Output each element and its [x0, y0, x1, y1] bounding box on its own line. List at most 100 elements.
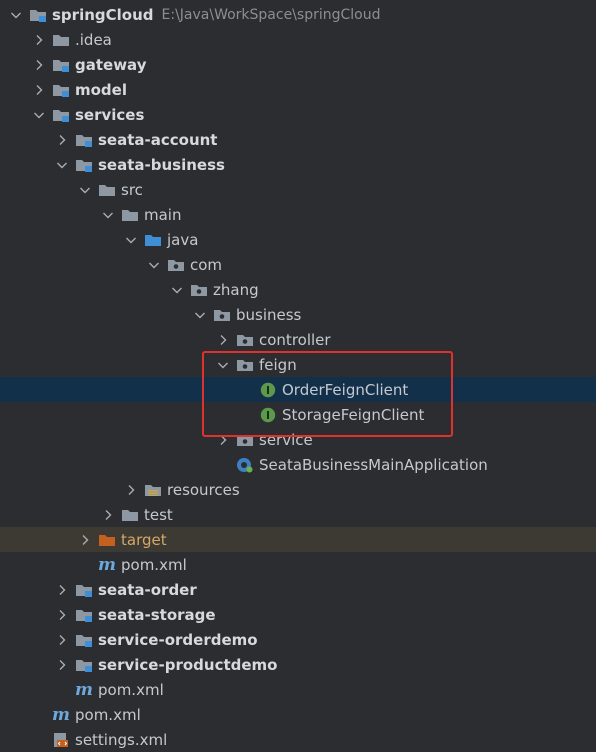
chevron-right-icon[interactable] [54, 632, 70, 648]
resources-folder-icon [144, 482, 162, 498]
module-folder-icon [29, 7, 47, 23]
tree-row[interactable]: .idea [0, 27, 596, 52]
module-folder-icon [75, 157, 93, 173]
chevron-down-icon[interactable] [192, 307, 208, 323]
maven-icon: m [75, 679, 93, 700]
tree-item-label: com [190, 255, 223, 274]
chevron-right-icon[interactable] [100, 507, 116, 523]
tree-row[interactable]: com [0, 252, 596, 277]
tree-row[interactable]: services [0, 102, 596, 127]
tree-row[interactable]: gateway [0, 52, 596, 77]
chevron-right-icon[interactable] [54, 607, 70, 623]
tree-row[interactable]: main [0, 202, 596, 227]
chevron-right-icon[interactable] [54, 657, 70, 673]
chevron-down-icon[interactable] [100, 207, 116, 223]
chevron-right-icon[interactable] [31, 57, 47, 73]
tree-item-label: feign [259, 355, 297, 374]
tree-item-label: seata-account [98, 130, 218, 149]
tree-row[interactable]: target [0, 527, 596, 552]
tree-row[interactable]: seata-account [0, 127, 596, 152]
chevron-down-icon[interactable] [54, 157, 70, 173]
chevron-right-icon[interactable] [31, 32, 47, 48]
tree-row[interactable]: seata-business [0, 152, 596, 177]
tree-row[interactable]: settings.xml [0, 727, 596, 752]
tree-row[interactable]: seata-storage [0, 602, 596, 627]
tree-row[interactable]: service [0, 427, 596, 452]
tree-item-label: settings.xml [75, 730, 168, 749]
tree-item-label: service-orderdemo [98, 630, 258, 649]
chevron-right-icon[interactable] [215, 332, 231, 348]
tree-item-label: service [259, 430, 313, 449]
spring-boot-class-icon [236, 457, 254, 473]
chevron-down-icon[interactable] [146, 257, 162, 273]
folder-icon [52, 32, 70, 48]
chevron-down-icon[interactable] [31, 107, 47, 123]
tree-row[interactable]: java [0, 227, 596, 252]
chevron-right-icon[interactable] [77, 532, 93, 548]
tree-item-label: services [75, 105, 145, 124]
tree-item-label: SeataBusinessMainApplication [259, 455, 488, 474]
package-icon [236, 332, 254, 348]
tree-row[interactable]: business [0, 302, 596, 327]
interface-icon [259, 407, 277, 423]
tree-row[interactable]: seata-order [0, 577, 596, 602]
tree-item-label: pom.xml [75, 705, 141, 724]
tree-row[interactable]: feign [0, 352, 596, 377]
chevron-down-icon[interactable] [215, 357, 231, 373]
chevron-down-icon[interactable] [8, 7, 24, 23]
module-folder-icon [52, 57, 70, 73]
tree-item-label: controller [259, 330, 331, 349]
folder-icon [98, 182, 116, 198]
tree-item-label: pom.xml [98, 680, 164, 699]
tree-item-label: main [144, 205, 182, 224]
tree-row[interactable]: model [0, 77, 596, 102]
module-folder-icon [75, 132, 93, 148]
chevron-right-icon[interactable] [31, 82, 47, 98]
tree-item-label: seata-storage [98, 605, 216, 624]
tree-row[interactable]: springCloud E:\Java\WorkSpace\springCloud [0, 2, 596, 27]
tree-row[interactable]: StorageFeignClient [0, 402, 596, 427]
tree-item-label: service-productdemo [98, 655, 278, 674]
chevron-right-icon[interactable] [54, 132, 70, 148]
chevron-right-icon[interactable] [215, 432, 231, 448]
tree-item-label: StorageFeignClient [282, 405, 425, 424]
tree-item-label: business [236, 305, 302, 324]
tree-row[interactable]: controller [0, 327, 596, 352]
module-folder-icon [75, 582, 93, 598]
tree-row[interactable]: src [0, 177, 596, 202]
tree-row[interactable]: test [0, 502, 596, 527]
tree-row[interactable]: service-productdemo [0, 652, 596, 677]
tree-item-label: resources [167, 480, 240, 499]
interface-icon [259, 382, 277, 398]
maven-icon: m [98, 554, 116, 575]
tree-row[interactable]: m pom.xml [0, 552, 596, 577]
tree-row[interactable]: m pom.xml [0, 677, 596, 702]
folder-icon [121, 507, 139, 523]
tree-item-label: springCloud [52, 5, 154, 24]
tree-item-label: .idea [75, 30, 112, 49]
xml-file-icon [52, 732, 70, 748]
tree-row[interactable]: service-orderdemo [0, 627, 596, 652]
module-folder-icon [75, 657, 93, 673]
tree-item-label: gateway [75, 55, 147, 74]
source-folder-icon [144, 232, 162, 248]
chevron-down-icon[interactable] [123, 232, 139, 248]
tree-row[interactable]: OrderFeignClient [0, 377, 596, 402]
module-folder-icon [52, 82, 70, 98]
tree-item-label: seata-order [98, 580, 197, 599]
chevron-down-icon[interactable] [169, 282, 185, 298]
tree-row[interactable]: SeataBusinessMainApplication [0, 452, 596, 477]
chevron-down-icon[interactable] [77, 182, 93, 198]
tree-row[interactable]: resources [0, 477, 596, 502]
tree-row[interactable]: zhang [0, 277, 596, 302]
tree-row[interactable]: m pom.xml [0, 702, 596, 727]
tree-item-label: zhang [213, 280, 259, 299]
excluded-folder-icon [98, 532, 116, 548]
chevron-right-icon[interactable] [54, 582, 70, 598]
tree-item-label: target [121, 530, 167, 549]
tree-item-label: java [167, 230, 199, 249]
module-folder-icon [75, 632, 93, 648]
chevron-right-icon[interactable] [123, 482, 139, 498]
module-folder-icon [52, 107, 70, 123]
tree-item-label: test [144, 505, 173, 524]
